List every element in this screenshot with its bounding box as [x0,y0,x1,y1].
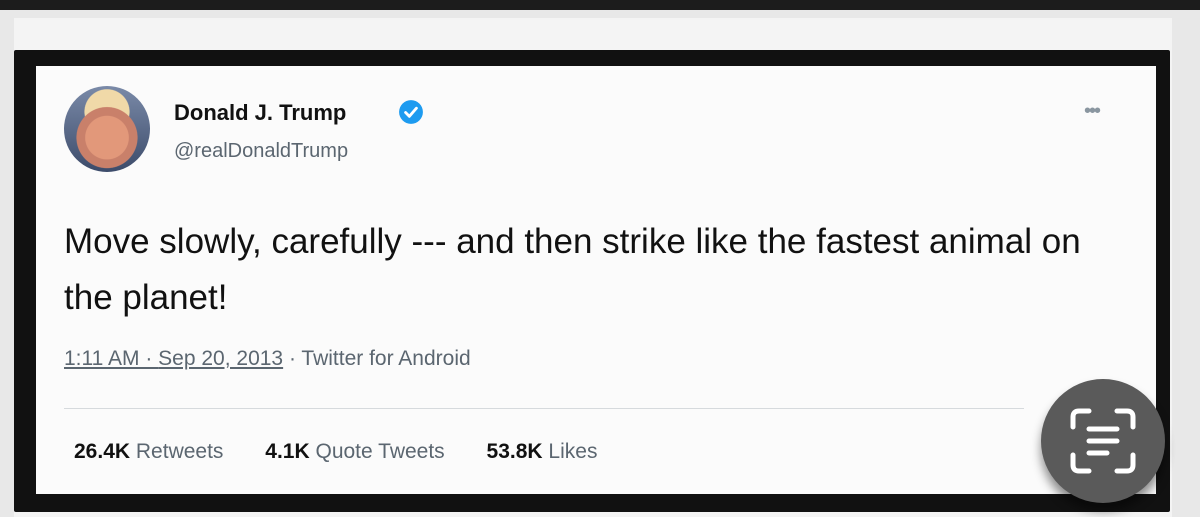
author-name[interactable]: Donald J. Trump [174,100,346,126]
retweets-count: 26.4K [74,440,131,463]
author-handle[interactable]: @realDonaldTrump [174,140,348,163]
retweets-stat[interactable]: 26.4K Retweets [74,440,223,463]
tweet-time-link[interactable]: 1:11 AM [64,347,140,370]
quote-tweets-label: Quote Tweets [315,440,445,463]
likes-count: 53.8K [486,440,543,463]
top-bar [0,0,1200,10]
likes-stat[interactable]: 53.8K Likes [487,440,598,463]
quote-tweets-count: 4.1K [265,440,310,463]
likes-label: Likes [548,440,598,463]
text-scan-button[interactable] [1041,379,1165,503]
more-options-icon[interactable]: ••• [1084,100,1101,123]
tweet-stats: 26.4K Retweets 4.1K Quote Tweets 53.8K L… [74,440,633,464]
tweet-source: Twitter for Android [301,347,471,370]
avatar[interactable] [64,86,150,172]
tweet-date-link[interactable]: Sep 20, 2013 [158,347,283,370]
text-scan-icon [1070,408,1136,474]
tweet-text: Move slowly, carefully --- and then stri… [64,222,1081,317]
verified-badge-icon [399,100,423,124]
tweet-meta: 1:11 AM · Sep 20, 2013 · Twitter for And… [64,347,471,371]
retweets-label: Retweets [135,440,224,463]
divider [64,408,1024,409]
meta-separator: · [139,347,159,370]
meta-separator: · [283,347,302,370]
quote-tweets-stat[interactable]: 4.1K Quote Tweets [265,440,444,463]
